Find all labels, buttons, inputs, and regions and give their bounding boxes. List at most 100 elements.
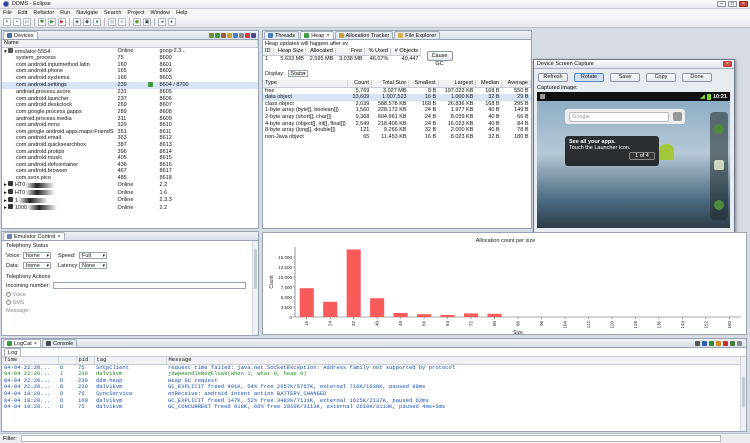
log-row[interactable]: 04-04 22:20... D 75 SntpClient request time … bbox=[2, 364, 746, 371]
tab-logcat[interactable]: LogCat × bbox=[3, 339, 41, 347]
log-row[interactable]: 04-04 18:20... D 160 dalvikvm GC_EXPLICIT fr… bbox=[2, 398, 746, 405]
close-tab-icon[interactable]: × bbox=[326, 33, 329, 39]
menu-navigate[interactable]: Navigate bbox=[76, 10, 98, 16]
android-sdk-manager-icon[interactable]: ◼ bbox=[133, 18, 141, 26]
tab-allocation-tracker[interactable]: Allocation Tracker bbox=[334, 31, 394, 39]
process-row[interactable]: com.android.defcontainer 436 8616 bbox=[2, 162, 258, 169]
debug-icon[interactable]: ✱ bbox=[38, 18, 46, 26]
clear-log-icon[interactable] bbox=[737, 340, 742, 346]
heap-stats-row[interactable]: 4-byte array (object[], int[], float[]) 2… bbox=[263, 121, 531, 128]
log-row[interactable]: 04-04 18:20... D 75 SyncService onReceive: a… bbox=[2, 391, 746, 398]
heap-stats-row[interactable]: 1-byte array (byte[], boolean[]) 1,560 228… bbox=[263, 107, 531, 114]
external-tools-icon[interactable]: ▶ bbox=[58, 18, 66, 26]
latency-select[interactable]: None bbox=[79, 262, 107, 269]
heap-summary-row[interactable]: 1 5.633 MB 2.595 MB 3.038 MB 46.07% 49,4… bbox=[263, 55, 421, 62]
info-filter-icon[interactable] bbox=[709, 340, 714, 346]
stop-process-icon[interactable] bbox=[245, 32, 250, 38]
menu-file[interactable]: File bbox=[3, 10, 12, 16]
update-threads-icon[interactable] bbox=[233, 32, 238, 38]
device-row[interactable]: ▾ emulator-5554 Online goog-2.3... bbox=[2, 47, 258, 55]
browser-dock-icon[interactable] bbox=[714, 200, 724, 210]
process-row[interactable]: android.process.media 311 8609 bbox=[2, 116, 258, 123]
process-row[interactable]: com.android.music 405 8615 bbox=[2, 155, 258, 162]
copy-button[interactable]: Copy bbox=[646, 73, 676, 82]
open-type-icon[interactable]: ◇ bbox=[108, 18, 116, 26]
close-window-button[interactable]: × bbox=[739, 1, 748, 7]
menu-run[interactable]: Run bbox=[60, 10, 70, 16]
heap-stats-row-selected[interactable]: data object 33,609 1.007.523 16 B 1.000 KB 32… bbox=[263, 94, 531, 101]
minimize-button[interactable]: – bbox=[717, 1, 726, 7]
refresh-button[interactable]: Refresh bbox=[538, 73, 568, 82]
process-row[interactable]: com.android.quicksearchbox 387 8613 bbox=[2, 142, 258, 149]
run-icon[interactable]: ▶ bbox=[48, 18, 56, 26]
voice-radio-row[interactable]: Voice bbox=[6, 292, 254, 298]
done-button[interactable]: Done bbox=[682, 73, 712, 82]
heap-stats-row[interactable]: 2-byte array (short[], char[]) 9,368 604.9… bbox=[263, 114, 531, 121]
dump-hprof-icon[interactable] bbox=[221, 32, 226, 38]
screen-capture-icon[interactable] bbox=[251, 32, 256, 38]
log-row[interactable]: 04-04 22:20... D 239 ddm-heap Heap GC reques… bbox=[2, 378, 746, 385]
tab-threads[interactable]: Threads bbox=[264, 31, 300, 39]
log-row[interactable]: 04-04 22:20... D 239 dalvikvm GC_EXPLICIT fr… bbox=[2, 384, 746, 391]
cause-gc-button[interactable]: Cause GC bbox=[426, 51, 453, 67]
update-heap-icon[interactable] bbox=[215, 32, 220, 38]
expand-icon[interactable]: ▸ bbox=[4, 190, 7, 196]
dialog-close-button[interactable]: × bbox=[723, 61, 732, 67]
process-row[interactable]: com.android.protips 396 8614 bbox=[2, 149, 258, 156]
data-select[interactable]: home bbox=[23, 262, 51, 269]
menu-edit[interactable]: Edit bbox=[18, 10, 27, 16]
process-row[interactable]: com.google.process.gapps 289 8608 bbox=[2, 109, 258, 116]
heap-stats-row[interactable]: 8-byte array (long[], double[]) 121 9.266 … bbox=[263, 127, 531, 134]
sms-radio-row[interactable]: SMS bbox=[6, 300, 254, 306]
tab-emulator-control[interactable]: Emulator Control × bbox=[3, 232, 65, 240]
process-row[interactable]: com.svox.pico 485 8618 bbox=[2, 175, 258, 182]
process-row[interactable]: com.android.inputmethod.latin 160 8601 bbox=[2, 62, 258, 69]
emulator-scrollbar[interactable] bbox=[252, 241, 258, 335]
speed-select[interactable]: Full bbox=[79, 252, 107, 259]
voice-radio[interactable] bbox=[6, 292, 11, 298]
save-icon[interactable]: ▪ bbox=[13, 18, 21, 26]
search-icon[interactable]: ⌕ bbox=[118, 18, 126, 26]
error-filter-icon[interactable] bbox=[723, 340, 728, 346]
log-row[interactable]: 04-04 18:20... D 75 dalvikvm GC_CONCURRENT f… bbox=[2, 404, 746, 411]
device-row[interactable]: ▸ HT0 Online 1.6 bbox=[2, 189, 258, 197]
add-filter-icon[interactable] bbox=[730, 340, 735, 346]
heap-stats-row[interactable]: non-Java object 65 11.453 KB 16 B 8.023 KB 32… bbox=[263, 134, 531, 141]
back-icon[interactable]: ◂ bbox=[158, 18, 166, 26]
expand-icon[interactable]: ▸ bbox=[4, 205, 7, 211]
process-row[interactable]: com.android.deskclock 269 8607 bbox=[2, 102, 258, 109]
avd-manager-icon[interactable]: ▣ bbox=[143, 18, 151, 26]
tab-file-explorer[interactable]: File Explorer bbox=[394, 31, 441, 39]
new-package-icon[interactable]: ◆ bbox=[83, 18, 91, 26]
filter-input[interactable] bbox=[20, 435, 721, 442]
heap-stats-row[interactable]: class object 2,039 588.578 KB 168 B 26.836 K… bbox=[263, 101, 531, 108]
warn-filter-icon[interactable] bbox=[716, 340, 721, 346]
new-icon[interactable]: + bbox=[3, 18, 11, 26]
device-row[interactable]: ▸ 1 Online 2.3.3 bbox=[2, 196, 258, 205]
expand-icon[interactable]: ▸ bbox=[4, 182, 7, 188]
verbose-filter-icon[interactable] bbox=[695, 340, 700, 346]
heap-stats-row[interactable]: free 5,769 3.027 MB 8 B 197.022 KB 168 B 550 B bbox=[263, 87, 531, 94]
voice-select[interactable]: home bbox=[23, 252, 51, 259]
process-row[interactable]: com.google.android.apps.maps:FriendS 351 8… bbox=[2, 129, 258, 136]
process-row[interactable]: com.android.email 363 8612 bbox=[2, 135, 258, 142]
google-search-widget[interactable]: Google bbox=[565, 109, 685, 124]
menu-refactor[interactable]: Refactor bbox=[33, 10, 54, 16]
tab-console[interactable]: Console bbox=[41, 339, 78, 347]
close-tab-icon[interactable]: × bbox=[57, 234, 60, 240]
new-java-project-icon[interactable]: ◈ bbox=[73, 18, 81, 26]
process-row[interactable]: system_process 75 8600 bbox=[2, 55, 258, 62]
logcat-scrollbar[interactable] bbox=[740, 357, 746, 431]
tab-devices[interactable]: Devices bbox=[3, 31, 38, 39]
menu-project[interactable]: Project bbox=[127, 10, 144, 16]
menu-search[interactable]: Search bbox=[104, 10, 121, 16]
cause-gc-icon[interactable] bbox=[227, 32, 232, 38]
launcher-grid-icon[interactable] bbox=[714, 160, 724, 170]
device-row[interactable]: ▸ HT0 Online 2.2 bbox=[2, 181, 258, 189]
phone-dock-icon[interactable] bbox=[714, 124, 724, 134]
display-select[interactable]: Stats bbox=[287, 70, 308, 77]
incoming-number-input[interactable] bbox=[53, 282, 246, 289]
log-row[interactable]: 04-04 22:20... I 239 dalvikvm jdwpHandleReqC… bbox=[2, 371, 746, 378]
process-row[interactable]: com.android.phone 165 8602 bbox=[2, 68, 258, 75]
menu-help[interactable]: Help bbox=[176, 10, 187, 16]
